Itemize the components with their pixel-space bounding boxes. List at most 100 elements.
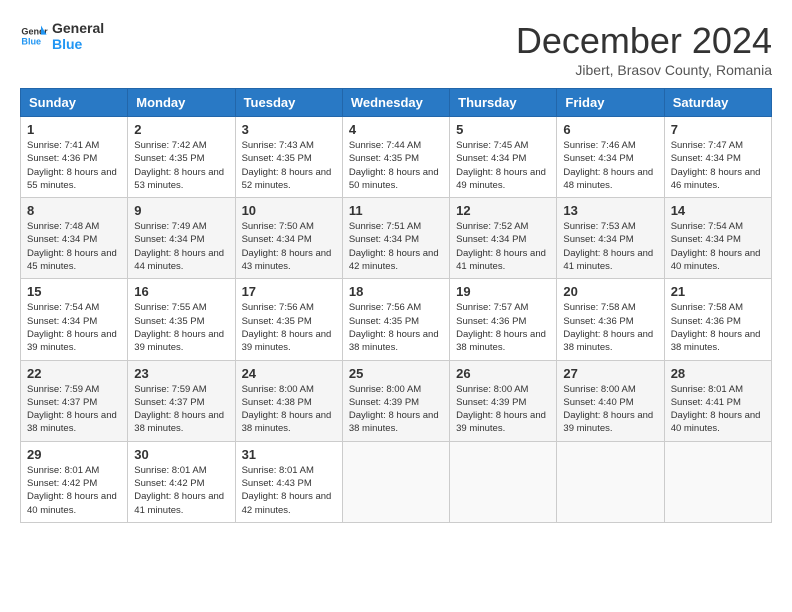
day-info: Sunrise: 7:56 AM Sunset: 4:35 PM Dayligh… (349, 301, 443, 354)
day-info: Sunrise: 7:44 AM Sunset: 4:35 PM Dayligh… (349, 139, 443, 192)
day-number: 30 (134, 447, 228, 462)
day-info: Sunrise: 7:47 AM Sunset: 4:34 PM Dayligh… (671, 139, 765, 192)
day-number: 22 (27, 366, 121, 381)
day-number: 1 (27, 122, 121, 137)
day-info: Sunrise: 7:52 AM Sunset: 4:34 PM Dayligh… (456, 220, 550, 273)
calendar-cell: 28 Sunrise: 8:01 AM Sunset: 4:41 PM Dayl… (664, 360, 771, 441)
calendar-cell: 9 Sunrise: 7:49 AM Sunset: 4:34 PM Dayli… (128, 198, 235, 279)
calendar-cell: 19 Sunrise: 7:57 AM Sunset: 4:36 PM Dayl… (450, 279, 557, 360)
logo: General Blue General Blue (20, 20, 104, 52)
day-number: 21 (671, 284, 765, 299)
day-info: Sunrise: 7:41 AM Sunset: 4:36 PM Dayligh… (27, 139, 121, 192)
day-info: Sunrise: 8:01 AM Sunset: 4:43 PM Dayligh… (242, 464, 336, 517)
day-info: Sunrise: 7:53 AM Sunset: 4:34 PM Dayligh… (563, 220, 657, 273)
calendar-cell: 25 Sunrise: 8:00 AM Sunset: 4:39 PM Dayl… (342, 360, 449, 441)
day-info: Sunrise: 7:59 AM Sunset: 4:37 PM Dayligh… (27, 383, 121, 436)
calendar-cell: 2 Sunrise: 7:42 AM Sunset: 4:35 PM Dayli… (128, 117, 235, 198)
day-number: 12 (456, 203, 550, 218)
calendar-table: SundayMondayTuesdayWednesdayThursdayFrid… (20, 88, 772, 523)
day-number: 16 (134, 284, 228, 299)
day-info: Sunrise: 7:49 AM Sunset: 4:34 PM Dayligh… (134, 220, 228, 273)
calendar-cell: 22 Sunrise: 7:59 AM Sunset: 4:37 PM Dayl… (21, 360, 128, 441)
day-info: Sunrise: 7:48 AM Sunset: 4:34 PM Dayligh… (27, 220, 121, 273)
day-number: 5 (456, 122, 550, 137)
location-subtitle: Jibert, Brasov County, Romania (516, 62, 772, 78)
calendar-cell: 27 Sunrise: 8:00 AM Sunset: 4:40 PM Dayl… (557, 360, 664, 441)
day-number: 8 (27, 203, 121, 218)
calendar-cell: 17 Sunrise: 7:56 AM Sunset: 4:35 PM Dayl… (235, 279, 342, 360)
calendar-cell: 23 Sunrise: 7:59 AM Sunset: 4:37 PM Dayl… (128, 360, 235, 441)
logo-blue: Blue (52, 36, 104, 52)
day-number: 14 (671, 203, 765, 218)
day-number: 26 (456, 366, 550, 381)
calendar-cell: 8 Sunrise: 7:48 AM Sunset: 4:34 PM Dayli… (21, 198, 128, 279)
day-info: Sunrise: 7:56 AM Sunset: 4:35 PM Dayligh… (242, 301, 336, 354)
day-number: 19 (456, 284, 550, 299)
month-title: December 2024 (516, 20, 772, 62)
day-info: Sunrise: 7:51 AM Sunset: 4:34 PM Dayligh… (349, 220, 443, 273)
calendar-cell: 21 Sunrise: 7:58 AM Sunset: 4:36 PM Dayl… (664, 279, 771, 360)
week-row-2: 8 Sunrise: 7:48 AM Sunset: 4:34 PM Dayli… (21, 198, 772, 279)
day-info: Sunrise: 7:58 AM Sunset: 4:36 PM Dayligh… (563, 301, 657, 354)
day-number: 17 (242, 284, 336, 299)
day-info: Sunrise: 7:59 AM Sunset: 4:37 PM Dayligh… (134, 383, 228, 436)
week-row-3: 15 Sunrise: 7:54 AM Sunset: 4:34 PM Dayl… (21, 279, 772, 360)
day-info: Sunrise: 8:00 AM Sunset: 4:39 PM Dayligh… (349, 383, 443, 436)
calendar-cell (664, 441, 771, 522)
day-info: Sunrise: 7:50 AM Sunset: 4:34 PM Dayligh… (242, 220, 336, 273)
weekday-header-thursday: Thursday (450, 89, 557, 117)
day-number: 20 (563, 284, 657, 299)
calendar-cell: 18 Sunrise: 7:56 AM Sunset: 4:35 PM Dayl… (342, 279, 449, 360)
day-number: 11 (349, 203, 443, 218)
weekday-header-sunday: Sunday (21, 89, 128, 117)
day-number: 6 (563, 122, 657, 137)
calendar-cell (557, 441, 664, 522)
week-row-1: 1 Sunrise: 7:41 AM Sunset: 4:36 PM Dayli… (21, 117, 772, 198)
day-info: Sunrise: 7:43 AM Sunset: 4:35 PM Dayligh… (242, 139, 336, 192)
day-info: Sunrise: 8:00 AM Sunset: 4:38 PM Dayligh… (242, 383, 336, 436)
calendar-cell: 15 Sunrise: 7:54 AM Sunset: 4:34 PM Dayl… (21, 279, 128, 360)
weekday-header-saturday: Saturday (664, 89, 771, 117)
calendar-cell: 30 Sunrise: 8:01 AM Sunset: 4:42 PM Dayl… (128, 441, 235, 522)
day-info: Sunrise: 7:58 AM Sunset: 4:36 PM Dayligh… (671, 301, 765, 354)
calendar-cell: 4 Sunrise: 7:44 AM Sunset: 4:35 PM Dayli… (342, 117, 449, 198)
day-number: 31 (242, 447, 336, 462)
calendar-cell: 1 Sunrise: 7:41 AM Sunset: 4:36 PM Dayli… (21, 117, 128, 198)
calendar-cell: 12 Sunrise: 7:52 AM Sunset: 4:34 PM Dayl… (450, 198, 557, 279)
title-area: December 2024 Jibert, Brasov County, Rom… (516, 20, 772, 78)
day-number: 18 (349, 284, 443, 299)
calendar-cell: 14 Sunrise: 7:54 AM Sunset: 4:34 PM Dayl… (664, 198, 771, 279)
day-number: 25 (349, 366, 443, 381)
day-number: 9 (134, 203, 228, 218)
day-info: Sunrise: 8:01 AM Sunset: 4:42 PM Dayligh… (27, 464, 121, 517)
week-row-5: 29 Sunrise: 8:01 AM Sunset: 4:42 PM Dayl… (21, 441, 772, 522)
calendar-cell: 13 Sunrise: 7:53 AM Sunset: 4:34 PM Dayl… (557, 198, 664, 279)
day-number: 13 (563, 203, 657, 218)
day-number: 24 (242, 366, 336, 381)
calendar-cell: 3 Sunrise: 7:43 AM Sunset: 4:35 PM Dayli… (235, 117, 342, 198)
calendar-cell: 11 Sunrise: 7:51 AM Sunset: 4:34 PM Dayl… (342, 198, 449, 279)
calendar-cell: 7 Sunrise: 7:47 AM Sunset: 4:34 PM Dayli… (664, 117, 771, 198)
calendar-cell: 29 Sunrise: 8:01 AM Sunset: 4:42 PM Dayl… (21, 441, 128, 522)
calendar-cell: 5 Sunrise: 7:45 AM Sunset: 4:34 PM Dayli… (450, 117, 557, 198)
calendar-cell: 16 Sunrise: 7:55 AM Sunset: 4:35 PM Dayl… (128, 279, 235, 360)
day-info: Sunrise: 7:54 AM Sunset: 4:34 PM Dayligh… (27, 301, 121, 354)
calendar-cell: 20 Sunrise: 7:58 AM Sunset: 4:36 PM Dayl… (557, 279, 664, 360)
day-number: 27 (563, 366, 657, 381)
page-header: General Blue General Blue December 2024 … (20, 20, 772, 78)
day-number: 29 (27, 447, 121, 462)
logo-icon: General Blue (20, 22, 48, 50)
calendar-cell: 10 Sunrise: 7:50 AM Sunset: 4:34 PM Dayl… (235, 198, 342, 279)
weekday-header-wednesday: Wednesday (342, 89, 449, 117)
day-info: Sunrise: 7:55 AM Sunset: 4:35 PM Dayligh… (134, 301, 228, 354)
logo-general: General (52, 20, 104, 36)
day-info: Sunrise: 7:57 AM Sunset: 4:36 PM Dayligh… (456, 301, 550, 354)
day-number: 3 (242, 122, 336, 137)
day-info: Sunrise: 8:00 AM Sunset: 4:39 PM Dayligh… (456, 383, 550, 436)
calendar-cell: 6 Sunrise: 7:46 AM Sunset: 4:34 PM Dayli… (557, 117, 664, 198)
weekday-header-friday: Friday (557, 89, 664, 117)
weekday-header-row: SundayMondayTuesdayWednesdayThursdayFrid… (21, 89, 772, 117)
weekday-header-monday: Monday (128, 89, 235, 117)
calendar-cell (342, 441, 449, 522)
calendar-cell: 24 Sunrise: 8:00 AM Sunset: 4:38 PM Dayl… (235, 360, 342, 441)
